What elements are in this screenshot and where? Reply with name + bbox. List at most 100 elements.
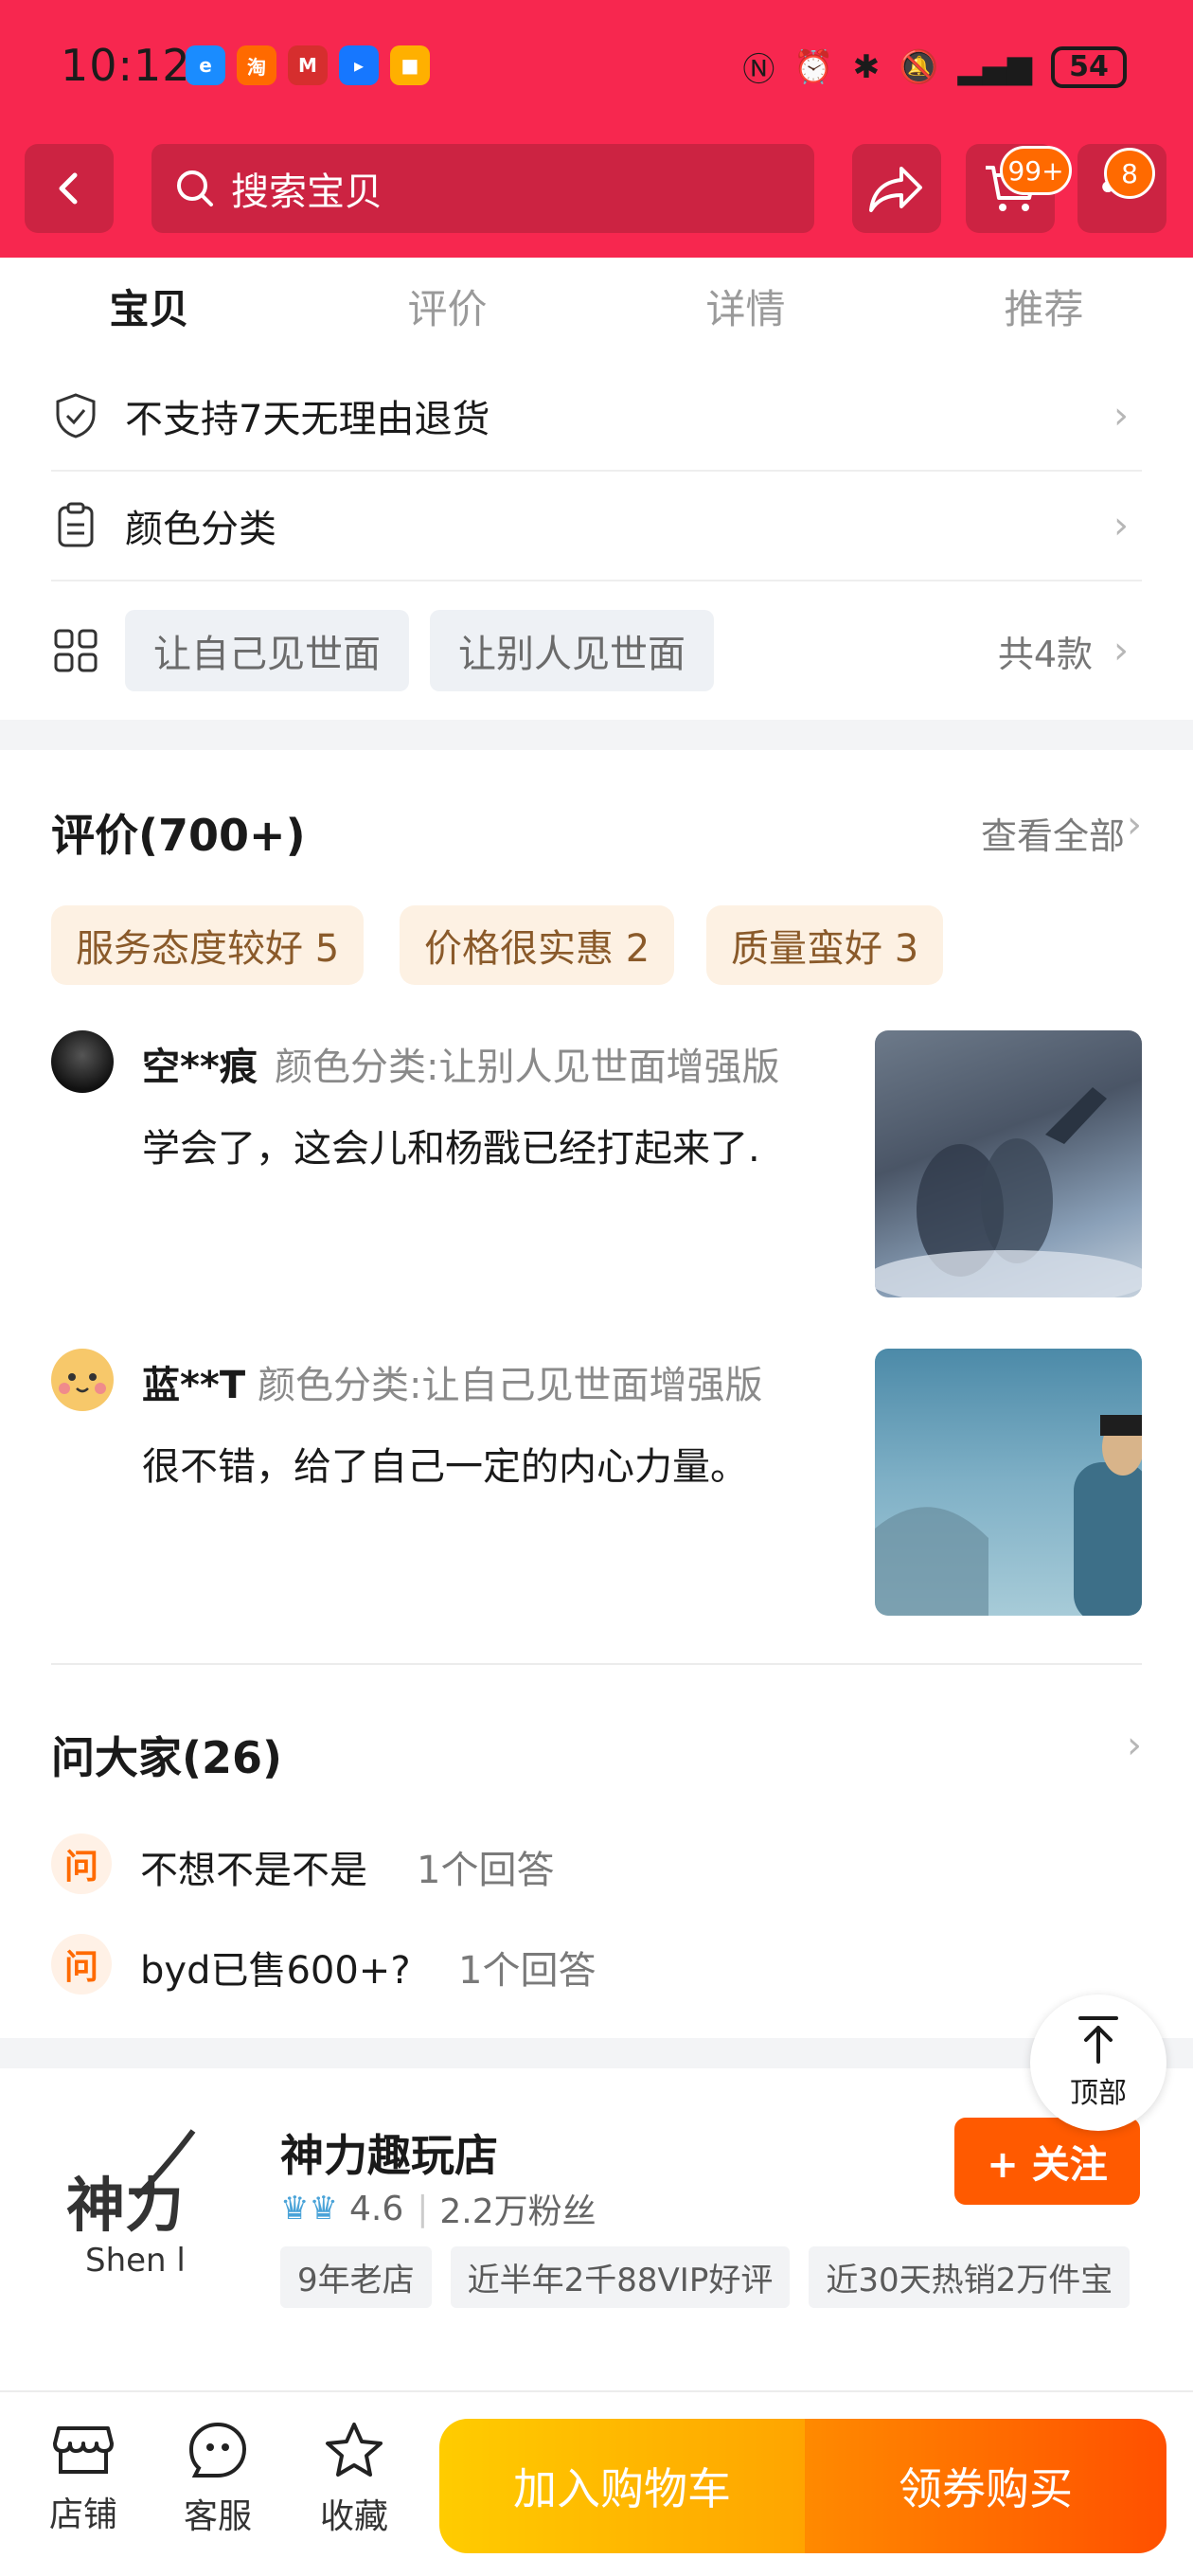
service-label: 客服 [183, 2497, 252, 2536]
wallet-notification-icon: ■ [390, 45, 430, 85]
search-icon [177, 170, 213, 206]
question-icon: 问 [51, 1934, 112, 1995]
review-user: 蓝**T [142, 1364, 246, 1407]
review-item[interactable]: 蓝**T 颜色分类:让自己见世面增强版 很不错，给了自己一定的内心力量。 [51, 1349, 1142, 1616]
question-icon: 问 [51, 1834, 112, 1894]
review-variant: 颜色分类:让别人见世面增强版 [275, 1046, 780, 1089]
customer-service-button[interactable]: 客服 [170, 2421, 265, 2538]
status-time: 10:12 [61, 40, 191, 91]
alarm-icon: ⏰ [793, 47, 834, 86]
option-chip[interactable]: 让自己见世面 [125, 610, 409, 691]
review-item[interactable]: 空**痕 颜色分类:让别人见世面增强版 学会了，这会儿和杨戬已经打起来了. [51, 1030, 1142, 1297]
review-photo[interactable] [875, 1030, 1142, 1297]
store-tag: 9年老店 [280, 2246, 432, 2308]
chevron-right-icon: › [1113, 629, 1129, 672]
review-tag[interactable]: 质量蛮好 3 [706, 905, 944, 985]
shield-icon [51, 391, 100, 440]
cart-badge: 99+ [1000, 146, 1072, 195]
review-tag[interactable]: 服务态度较好 5 [51, 905, 365, 985]
follow-button[interactable]: + 关注 [954, 2118, 1140, 2205]
see-all-reviews-link[interactable]: 查看全部 [981, 807, 1125, 859]
store-tag: 近半年2千88VIP好评 [450, 2246, 791, 2308]
review-tag[interactable]: 价格很实惠 2 [400, 905, 675, 985]
back-button[interactable] [25, 144, 114, 233]
avatar [51, 1030, 114, 1093]
chevron-left-icon [59, 172, 78, 205]
reviews-title: 评价(700+) [51, 810, 306, 861]
specs-card: 不支持7天无理由退货 › 颜色分类 › 让自己见世面 让别人见世面 共4款 › [0, 362, 1193, 720]
review-photo[interactable] [875, 1349, 1142, 1616]
alipay-notification-icon: ▸ [339, 45, 379, 85]
add-to-cart-button[interactable]: 加入购物车 [439, 2419, 805, 2553]
bottom-action-bar: 店铺 客服 收藏 加入购物车 领券购买 [0, 2390, 1193, 2576]
return-policy-label: 不支持7天无理由退货 [125, 398, 490, 441]
back-to-top-label: 顶部 [1070, 2077, 1127, 2110]
chevron-right-icon: › [1127, 1724, 1142, 1767]
status-bar: 10:12 e 淘 M ▸ ■ Ⓝ ⏰ ✱ 🔕 ▂▄▆ 54 [0, 0, 1193, 142]
back-to-top-button[interactable]: 顶部 [1030, 1995, 1166, 2131]
section-divider [51, 1663, 1142, 1665]
favorite-button[interactable]: 收藏 [307, 2421, 401, 2538]
product-tabs: 宝贝 评价 详情 推荐 [0, 258, 1193, 362]
options-row[interactable]: 让自己见世面 让别人见世面 共4款 › [51, 581, 1142, 720]
messages-badge: 8 [1104, 148, 1155, 199]
answer-count: 1个回答 [417, 1849, 555, 1892]
rating-separator: | [417, 2189, 429, 2228]
return-policy-row[interactable]: 不支持7天无理由退货 › [51, 362, 1142, 472]
mute-icon: 🔕 [899, 47, 939, 86]
store-tags: 9年老店 近半年2千88VIP好评 近30天热销2万件宝 [280, 2246, 1132, 2308]
store-label: 店铺 [48, 2496, 117, 2534]
battery-icon: 54 [1051, 45, 1127, 88]
buy-button[interactable]: 领券购买 [805, 2419, 1166, 2553]
crown-icon: ♛♛ [280, 2190, 338, 2227]
system-icons: Ⓝ ⏰ ✱ 🔕 ▂▄▆ 54 [742, 44, 1127, 90]
question-text[interactable]: byd已售600+? [140, 1940, 411, 1995]
grid-icon [51, 626, 100, 675]
app-header: 10:12 e 淘 M ▸ ■ Ⓝ ⏰ ✱ 🔕 ▂▄▆ 54 搜索宝贝 99+ … [0, 0, 1193, 258]
chat-face-icon [188, 2422, 247, 2478]
app-notification-icon: e [186, 45, 225, 85]
store-logo-subtext: Shen l [85, 2242, 186, 2280]
review-user: 空**痕 [142, 1046, 258, 1089]
chevron-right-icon: › [1127, 803, 1142, 847]
tab-item[interactable]: 宝贝 [0, 258, 298, 362]
color-category-label: 颜色分类 [125, 508, 276, 551]
option-chip[interactable]: 让别人见世面 [430, 610, 714, 691]
bank-notification-icon: M [288, 45, 328, 85]
chevron-right-icon: › [1113, 504, 1129, 547]
signal-icon: ▂▄▆ [957, 47, 1032, 86]
tab-reviews[interactable]: 评价 [298, 258, 596, 362]
tab-details[interactable]: 详情 [596, 258, 895, 362]
questions-title[interactable]: 问大家(26) [51, 1724, 282, 1786]
answer-count: 1个回答 [458, 1949, 596, 1993]
review-text: 学会了，这会儿和杨戬已经打起来了. [142, 1127, 760, 1171]
share-icon [869, 167, 922, 212]
store-tag: 近30天热销2万件宝 [809, 2246, 1131, 2308]
store-fans: 2.2万粉丝 [439, 2192, 596, 2231]
arrow-up-icon [1078, 2016, 1118, 2064]
store-logo-text: 神力 [66, 2171, 184, 2240]
search-input[interactable]: 搜索宝贝 [151, 144, 814, 233]
review-variant: 颜色分类:让自己见世面增强版 [258, 1364, 763, 1407]
search-placeholder: 搜索宝贝 [231, 170, 383, 214]
store-rating: 4.6 [348, 2189, 404, 2228]
review-text: 很不错，给了自己一定的内心力量。 [142, 1445, 748, 1489]
chevron-right-icon: › [1113, 394, 1129, 438]
clipboard-icon [51, 501, 100, 550]
store-rating-row: ♛♛ 4.6 | 2.2万粉丝 [280, 2184, 596, 2233]
bluetooth-icon: ✱ [852, 47, 881, 86]
store-logo[interactable]: 神力 Shen l [51, 2112, 240, 2301]
notification-icons: e 淘 M ▸ ■ [186, 45, 430, 85]
favorite-label: 收藏 [319, 2497, 388, 2536]
store-icon [53, 2426, 114, 2474]
question-text[interactable]: 不想不是不是 [140, 1839, 367, 1894]
star-icon [326, 2423, 383, 2477]
nfc-icon: Ⓝ [742, 51, 775, 89]
taobao-notification-icon: 淘 [237, 45, 276, 85]
share-button[interactable] [852, 144, 941, 233]
store-name[interactable]: 神力趣玩店 [280, 2121, 498, 2184]
tab-recommend[interactable]: 推荐 [895, 258, 1193, 362]
color-category-row[interactable]: 颜色分类 › [51, 472, 1142, 581]
avatar [51, 1349, 114, 1411]
store-button[interactable]: 店铺 [36, 2421, 131, 2536]
